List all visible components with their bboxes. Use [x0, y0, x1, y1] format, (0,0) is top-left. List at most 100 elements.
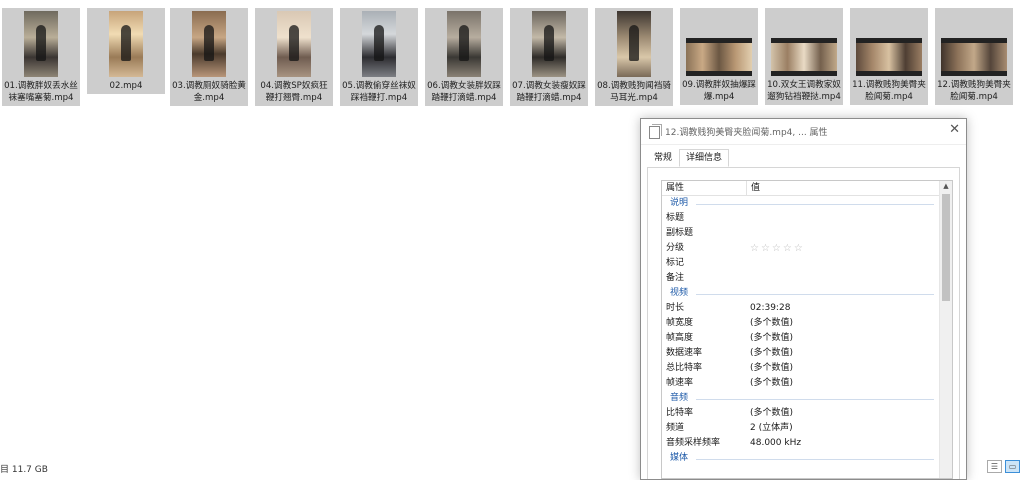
property-value: (多个数值) [750, 333, 794, 343]
file-item[interactable]: 06.调教女装胖奴踩踏鞭打滴蜡.mp4 [425, 8, 503, 106]
video-thumbnail[interactable] [192, 11, 226, 77]
status-bar: 目 11.7 GB [0, 462, 48, 475]
thumbnail-figure [289, 25, 299, 61]
video-thumbnail[interactable] [941, 38, 1007, 76]
property-row[interactable]: 帧宽度 (多个数值) [662, 316, 952, 331]
video-thumbnail[interactable] [277, 11, 311, 77]
view-switcher: ☰ ▭ [987, 460, 1020, 473]
video-thumbnail[interactable] [617, 11, 651, 77]
file-item[interactable]: 08.调教贱狗闻裆骑马耳光.mp4 [595, 8, 673, 106]
file-name: 10.双女王调教家奴遛狗钻裆鞭挞.mp4 [767, 80, 841, 102]
file-name: 09.调教胖奴抽爆踩爆.mp4 [682, 80, 756, 102]
property-name: 标记 [666, 258, 685, 268]
property-row[interactable]: 总比特率 (多个数值) [662, 361, 952, 376]
property-grid: 属性 值 说明 标题 副标题 分级 ☆☆☆☆☆ 标记 备注 视频 时长 02:39:28 帧宽度 (多… [661, 180, 953, 479]
property-group: 音频 [662, 391, 952, 406]
property-value [746, 226, 750, 241]
file-icon [649, 124, 662, 139]
thumbnail-figure [374, 25, 384, 61]
video-thumbnail[interactable] [447, 11, 481, 77]
vertical-scrollbar[interactable]: ▲ [939, 181, 952, 478]
property-row[interactable]: 时长 02:39:28 [662, 301, 952, 316]
column-header-property[interactable]: 属性 [662, 181, 747, 195]
scrollbar-thumb[interactable] [942, 194, 950, 301]
property-value: (多个数值) [750, 378, 794, 388]
property-name: 数据速率 [666, 348, 703, 358]
property-name: 分级 [666, 243, 685, 253]
details-view-icon[interactable]: ☰ [987, 460, 1002, 473]
video-thumbnail[interactable] [856, 38, 922, 76]
video-thumbnail[interactable] [362, 11, 396, 77]
property-value: (多个数值) [750, 318, 794, 328]
property-row[interactable]: 频道 2 (立体声) [662, 421, 952, 436]
grid-body: 说明 标题 副标题 分级 ☆☆☆☆☆ 标记 备注 视频 时长 02:39:28 帧宽度 (多个数值) 帧… [662, 196, 952, 466]
property-name: 副标题 [666, 228, 694, 238]
video-thumbnail[interactable] [24, 11, 58, 77]
scroll-up-icon[interactable]: ▲ [940, 181, 952, 192]
file-item[interactable]: 05.调教偷穿丝袜奴踩裆鞭打.mp4 [340, 8, 418, 106]
file-name: 04.调教SP奴疯狂鞭打翘臀.mp4 [260, 81, 328, 103]
property-group: 说明 [662, 196, 952, 211]
property-row[interactable]: 分级 ☆☆☆☆☆ [662, 241, 952, 256]
property-name: 帧高度 [666, 333, 694, 343]
tab-details[interactable]: 详细信息 [679, 149, 730, 167]
thumbnail-figure [204, 25, 214, 61]
file-name: 05.调教偷穿丝袜奴踩裆鞭打.mp4 [342, 81, 416, 103]
thumbnail-figure [459, 25, 469, 61]
file-item[interactable]: 03.调教厕奴骑脸黄金.mp4 [170, 8, 248, 106]
property-value: 48.000 kHz [750, 438, 802, 448]
group-divider [696, 399, 934, 400]
property-name: 频道 [666, 423, 685, 433]
column-header-value[interactable]: 值 [747, 181, 760, 195]
thumbnail-figure [544, 25, 554, 61]
file-name: 02.mp4 [109, 81, 143, 91]
file-item[interactable]: 11.调教贱狗美臀夹脸闻菊.mp4 [850, 8, 928, 105]
property-row[interactable]: 帧高度 (多个数值) [662, 331, 952, 346]
file-name: 11.调教贱狗美臀夹脸闻菊.mp4 [852, 80, 926, 102]
property-value [746, 271, 750, 286]
video-thumbnail[interactable] [532, 11, 566, 77]
group-divider [696, 294, 934, 295]
property-value [746, 256, 750, 271]
property-row[interactable]: 副标题 [662, 226, 952, 241]
close-button[interactable]: ✕ [949, 122, 960, 137]
property-row[interactable]: 音频采样频率 48.000 kHz [662, 436, 952, 451]
property-value: 02:39:28 [750, 303, 791, 313]
tab-general[interactable]: 常规 [647, 149, 679, 167]
property-row[interactable]: 数据速率 (多个数值) [662, 346, 952, 361]
file-name: 01.调教胖奴丢水丝袜塞嘴塞菊.mp4 [4, 81, 78, 103]
dialog-titlebar[interactable]: 12.调教贱狗美臀夹脸闻菊.mp4, ... 属性 ✕ [641, 119, 966, 145]
property-name: 总比特率 [666, 363, 703, 373]
file-item[interactable]: 12.调教贱狗美臀夹脸闻菊.mp4 [935, 8, 1013, 105]
file-item[interactable]: 07.调教女装瘦奴踩踏鞭打滴蜡.mp4 [510, 8, 588, 106]
property-name: 帧速率 [666, 378, 694, 388]
property-group: 媒体 [662, 451, 952, 466]
property-value: (多个数值) [750, 363, 794, 373]
file-name: 03.调教厕奴骑脸黄金.mp4 [172, 81, 246, 103]
file-item[interactable]: 10.双女王调教家奴遛狗钻裆鞭挞.mp4 [765, 8, 843, 105]
property-row[interactable]: 比特率 (多个数值) [662, 406, 952, 421]
properties-dialog: 12.调教贱狗美臀夹脸闻菊.mp4, ... 属性 ✕ 常规 详细信息 属性 值… [640, 118, 967, 480]
thumbnail-figure [36, 25, 46, 61]
property-name: 标题 [666, 213, 685, 223]
large-icons-view-icon[interactable]: ▭ [1005, 460, 1020, 473]
property-value: (多个数值) [750, 408, 794, 418]
rating-stars[interactable]: ☆☆☆☆☆ [746, 241, 805, 256]
file-name: 06.调教女装胖奴踩踏鞭打滴蜡.mp4 [427, 81, 501, 103]
property-value: (多个数值) [750, 348, 794, 358]
file-item[interactable]: 04.调教SP奴疯狂鞭打翘臀.mp4 [255, 8, 333, 106]
video-thumbnail[interactable] [771, 38, 837, 76]
file-name: 08.调教贱狗闻裆骑马耳光.mp4 [597, 81, 671, 103]
file-name: 12.调教贱狗美臀夹脸闻菊.mp4 [937, 80, 1011, 102]
group-label: 说明 [670, 198, 689, 208]
property-row[interactable]: 帧速率 (多个数值) [662, 376, 952, 391]
property-row[interactable]: 备注 [662, 271, 952, 286]
file-item[interactable]: 01.调教胖奴丢水丝袜塞嘴塞菊.mp4 [2, 8, 80, 106]
video-thumbnail[interactable] [686, 38, 752, 76]
file-item[interactable]: 09.调教胖奴抽爆踩爆.mp4 [680, 8, 758, 105]
property-name: 备注 [666, 273, 685, 283]
video-thumbnail[interactable] [109, 11, 143, 77]
file-item[interactable]: 02.mp4 [87, 8, 165, 94]
property-row[interactable]: 标题 [662, 211, 952, 226]
property-row[interactable]: 标记 [662, 256, 952, 271]
